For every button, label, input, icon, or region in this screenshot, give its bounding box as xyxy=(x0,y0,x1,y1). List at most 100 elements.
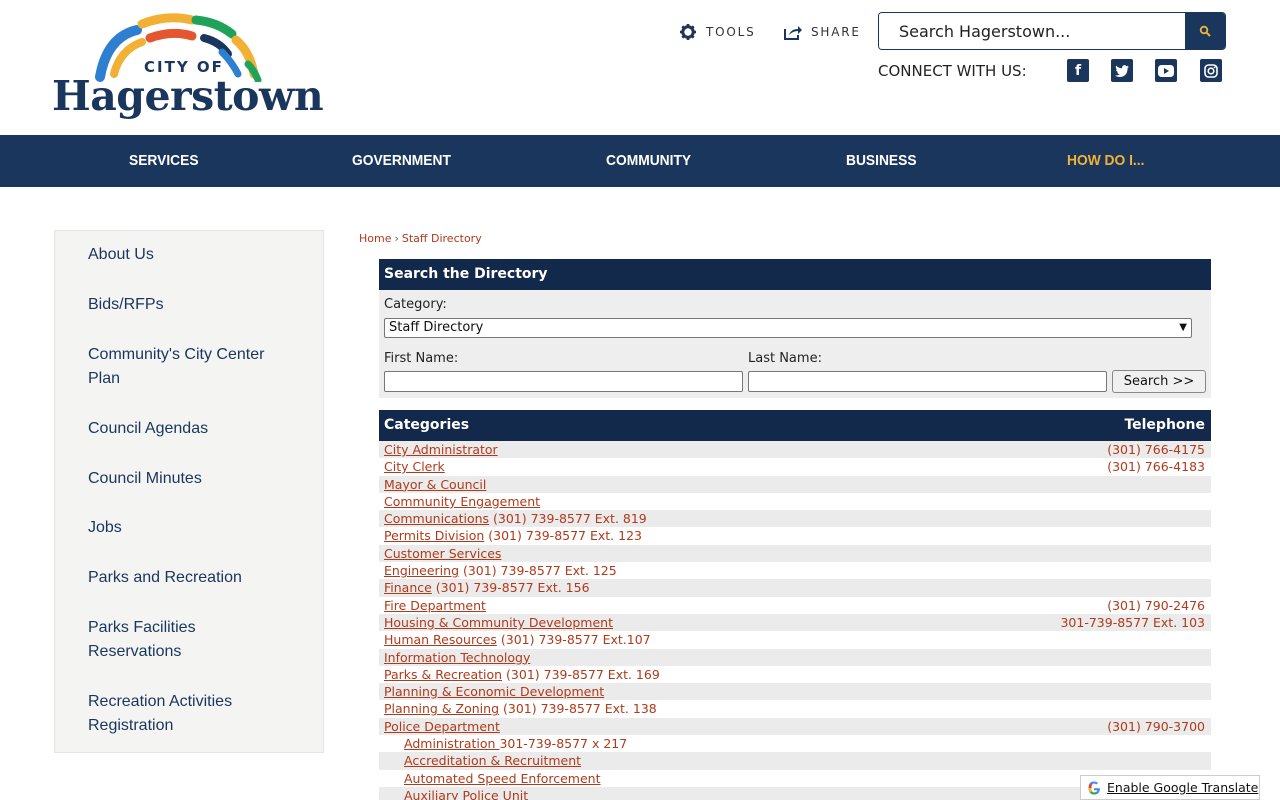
category-link[interactable]: Finance xyxy=(384,580,432,595)
logo-name: Hagerstown xyxy=(52,72,324,120)
search-button[interactable] xyxy=(1185,13,1225,49)
site-search xyxy=(878,12,1226,50)
category-inline-phone: (301) 739-8577 Ext. 169 xyxy=(502,666,660,682)
category-select[interactable]: Staff Directory ▼ xyxy=(384,318,1192,338)
category-inline-phone: (301) 739-8577 Ext. 819 xyxy=(489,511,647,527)
city-logo[interactable]: CITY OF Hagerstown xyxy=(52,12,324,124)
category-link[interactable]: Permits Division xyxy=(384,528,484,543)
category-link[interactable]: Police Department xyxy=(384,718,500,735)
category-link[interactable]: Mayor & Council xyxy=(384,476,486,493)
category-link[interactable]: Customer Services xyxy=(384,545,501,562)
google-translate-label: Enable Google Translate xyxy=(1107,780,1259,795)
share-button[interactable]: SHARE xyxy=(783,24,861,40)
facebook-icon[interactable]: f xyxy=(1067,59,1089,82)
categories-header: Categories Telephone xyxy=(379,410,1211,441)
sidebar-item-city-center-plan[interactable]: Community's City Center Plan xyxy=(88,343,288,391)
search-icon xyxy=(1199,25,1211,37)
sidebar-item-jobs[interactable]: Jobs xyxy=(88,516,288,540)
breadcrumb: Home › Staff Directory xyxy=(359,232,482,245)
nav-community[interactable]: COMMUNITY xyxy=(606,135,691,187)
sidebar-item-council-agendas[interactable]: Council Agendas xyxy=(88,417,288,441)
twitter-icon[interactable] xyxy=(1111,59,1133,82)
table-row: Parks & Recreation (301) 739-8577 Ext. 1… xyxy=(379,666,1211,683)
category-inline-phone: 301-739-8577 x 217 xyxy=(499,736,628,752)
nav-services[interactable]: SERVICES xyxy=(129,135,199,187)
sidebar-item-parks-recreation[interactable]: Parks and Recreation xyxy=(88,566,288,590)
category-link[interactable]: Administration xyxy=(404,736,499,751)
categories-column-header: Categories xyxy=(384,417,470,433)
sidebar-item-parks-facilities[interactable]: Parks Facilities Reservations xyxy=(88,616,288,664)
category-link[interactable]: Human Resources xyxy=(384,632,497,647)
table-row: City Administrator (301) 766-4175 xyxy=(379,441,1211,459)
category-link[interactable]: Automated Speed Enforcement xyxy=(404,770,601,787)
category-cell: Communications (301) 739-8577 Ext. 819 xyxy=(384,510,647,527)
first-name-field[interactable] xyxy=(384,371,743,392)
nav-business[interactable]: BUSINESS xyxy=(846,135,917,187)
category-cell: Administration 301-739-8577 x 217 xyxy=(404,735,627,752)
table-row: Finance (301) 739-8577 Ext. 156 xyxy=(379,579,1211,597)
table-row: Human Resources (301) 739-8577 Ext.107 xyxy=(379,631,1211,648)
breadcrumb-current[interactable]: Staff Directory xyxy=(402,232,482,245)
category-link[interactable]: City Clerk xyxy=(384,458,445,475)
table-row: Communications (301) 739-8577 Ext. 819 xyxy=(379,510,1211,528)
table-row: Information Technology xyxy=(379,648,1211,666)
sidebar-item-recreation-registration[interactable]: Recreation Activities Registration xyxy=(88,690,288,738)
category-select-value: Staff Directory xyxy=(389,320,484,335)
sidebar-item-bids-rfps[interactable]: Bids/RFPs xyxy=(88,293,288,317)
nav-how-do-i[interactable]: HOW DO I... xyxy=(1067,135,1144,187)
first-name-label: First Name: xyxy=(384,351,459,366)
category-inline-phone: (301) 739-8577 Ext.107 xyxy=(496,632,651,648)
search-input[interactable] xyxy=(879,13,1185,49)
table-row: Planning & Economic Development xyxy=(379,683,1211,701)
category-link[interactable]: Planning & Zoning xyxy=(384,701,499,716)
category-phone: (301) 790-2476 xyxy=(1107,597,1205,613)
google-icon xyxy=(1088,781,1100,794)
category-cell: Parks & Recreation (301) 739-8577 Ext. 1… xyxy=(384,666,660,683)
breadcrumb-home[interactable]: Home xyxy=(359,232,391,245)
last-name-label: Last Name: xyxy=(748,351,822,366)
sidebar: About Us Bids/RFPs Community's City Cent… xyxy=(54,230,324,753)
sidebar-item-about-us[interactable]: About Us xyxy=(88,243,288,267)
category-link[interactable]: Communications xyxy=(384,511,489,526)
category-link[interactable]: Accreditation & Recruitment xyxy=(404,752,581,769)
gear-icon xyxy=(680,24,696,40)
directory-search-button[interactable]: Search >> xyxy=(1112,370,1206,393)
breadcrumb-separator: › xyxy=(394,232,399,245)
categories-list: City Administrator (301) 766-4175 City Cle… xyxy=(379,441,1211,800)
tools-button[interactable]: TOOLS xyxy=(680,24,756,40)
table-row: Housing & Community Development 301-739-8… xyxy=(379,613,1211,632)
category-inline-phone: (301) 739-8577 Ext. 125 xyxy=(459,563,617,579)
table-row: Customer Services xyxy=(379,544,1211,563)
search-directory-panel: Search the Directory Category: Staff Dir… xyxy=(379,259,1211,398)
table-row: Community Engagement xyxy=(379,493,1211,510)
category-cell: Human Resources (301) 739-8577 Ext.107 xyxy=(384,631,651,648)
category-link[interactable]: City Administrator xyxy=(384,441,498,458)
share-icon xyxy=(784,26,802,40)
chevron-down-icon: ▼ xyxy=(1179,322,1187,333)
category-link[interactable]: Parks & Recreation xyxy=(384,667,502,682)
category-link[interactable]: Engineering xyxy=(384,563,459,578)
category-link[interactable]: Auxiliary Police Unit xyxy=(404,787,528,800)
sidebar-item-council-minutes[interactable]: Council Minutes xyxy=(88,467,288,491)
youtube-icon[interactable] xyxy=(1155,59,1177,82)
category-link[interactable]: Community Engagement xyxy=(384,493,540,510)
last-name-field[interactable] xyxy=(748,371,1107,392)
category-link[interactable]: Information Technology xyxy=(384,649,530,666)
category-phone: (301) 790-3700 xyxy=(1107,718,1205,734)
tools-label: TOOLS xyxy=(706,25,756,39)
category-link[interactable]: Planning & Economic Development xyxy=(384,683,604,700)
category-label: Category: xyxy=(384,297,447,312)
table-row: Engineering (301) 739-8577 Ext. 125 xyxy=(379,562,1211,579)
category-cell: Finance (301) 739-8577 Ext. 156 xyxy=(384,579,590,596)
category-link[interactable]: Fire Department xyxy=(384,597,486,614)
category-phone: (301) 766-4183 xyxy=(1107,459,1205,475)
table-row: Accreditation & Recruitment xyxy=(379,752,1211,770)
category-phone: (301) 766-4175 xyxy=(1107,442,1205,457)
nav-government[interactable]: GOVERNMENT xyxy=(352,135,451,187)
category-link[interactable]: Housing & Community Development xyxy=(384,614,613,631)
connect-label: CONNECT WITH US: xyxy=(878,62,1027,80)
table-row: Police Department (301) 790-3700 xyxy=(379,717,1211,736)
instagram-icon[interactable] xyxy=(1200,59,1222,82)
category-phone: 301-739-8577 Ext. 103 xyxy=(1060,614,1205,630)
google-translate-button[interactable]: Enable Google Translate xyxy=(1080,775,1260,800)
